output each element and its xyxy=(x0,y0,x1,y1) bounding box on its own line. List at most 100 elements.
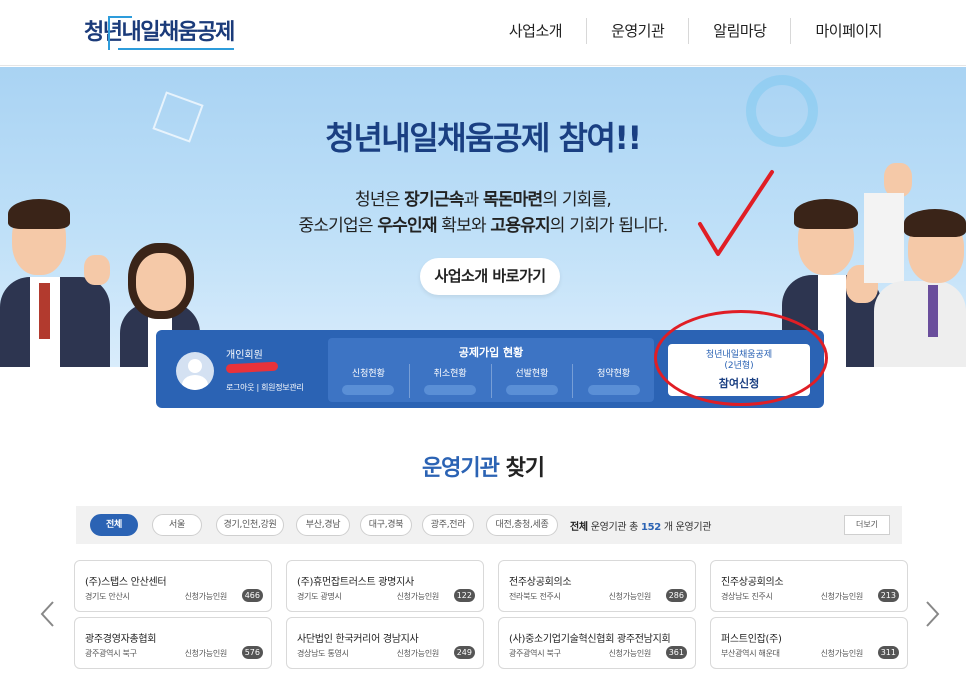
card-region: 광주광역시 북구 xyxy=(509,649,561,658)
sub2-emphasis-b: 고용유지 xyxy=(490,216,550,236)
member-links[interactable]: 로그아웃 | 회원정보관리 xyxy=(226,382,304,393)
join-col-label: 신청현황 xyxy=(351,369,385,379)
sub2-text-c: 의 기회가 됩니다. xyxy=(549,216,669,236)
card-region: 경상남도 진주시 xyxy=(721,592,773,601)
filter-chip-gyeonggi[interactable]: 경기,인천,강원 xyxy=(216,514,284,536)
card-count-badge: 286 xyxy=(665,589,687,602)
card-name: (주)휴먼잡트러스트 광명지사 xyxy=(297,577,414,588)
join-col-label: 취소현황 xyxy=(433,369,467,379)
site-logo[interactable]: 청년내일채움공제 xyxy=(84,14,235,52)
join-col-value-bar xyxy=(587,385,640,395)
institution-card[interactable]: 사단법인 한국커리어 경남지사 경상남도 통영시 신청가능인원 249 xyxy=(286,617,484,669)
institution-card[interactable]: (주)휴먼잡트러스트 광명지사 경기도 광명시 신청가능인원 122 xyxy=(286,560,484,612)
sub2-text-b: 확보와 xyxy=(436,216,491,236)
nav-item-business-intro[interactable]: 사업소개 xyxy=(485,18,586,44)
institution-card[interactable]: 퍼스트인잡(주) 부산광역시 해운대 신청가능인원 311 xyxy=(710,617,908,669)
card-count-label: 신청가능인원 xyxy=(820,592,864,601)
check-mark-annotation xyxy=(698,170,774,256)
card-region: 경기도 안산시 xyxy=(85,592,130,601)
hero-subtitle: 청년은 장기근속과 목돈마련의 기회를, 중소기업은 우수인재 확보와 고용유지… xyxy=(0,187,966,239)
next-arrow-icon[interactable] xyxy=(922,600,942,628)
card-region: 전라북도 전주시 xyxy=(509,592,561,601)
filter-chip-daegu[interactable]: 대구,경북 xyxy=(360,514,412,536)
region-filter-bar: 전체 서울 경기,인천,강원 부산,경남 대구,경북 광주,전라 대전,충청,세… xyxy=(76,506,902,544)
join-col-cancelled[interactable]: 취소현황 xyxy=(408,364,491,398)
member-type: 개인회원 xyxy=(226,350,263,361)
join-col-subscribed[interactable]: 청약현황 xyxy=(572,364,654,398)
card-name: 사단법인 한국커리어 경남지사 xyxy=(297,634,419,645)
card-name: (사)중소기업기술혁신협회 광주전남지회 xyxy=(509,634,671,645)
filter-chip-seoul[interactable]: 서울 xyxy=(152,514,202,536)
nav-item-institutions[interactable]: 운영기관 xyxy=(586,18,688,44)
card-name: 전주상공회의소 xyxy=(509,577,572,588)
sub1-text-c: 의 기회를, xyxy=(542,190,611,210)
card-region: 광주광역시 북구 xyxy=(85,649,137,658)
section-title-find-institutions: 운영기관 찾기 xyxy=(0,450,966,482)
business-intro-button[interactable]: 사업소개 바로가기 xyxy=(420,258,560,295)
card-region: 부산광역시 해운대 xyxy=(721,649,780,658)
sub1-text-b: 과 xyxy=(463,190,483,210)
institution-card-grid: (주)스탭스 안산센터 경기도 안산시 신청가능인원 466 (주)휴먼잡트러스… xyxy=(74,560,908,670)
sub2-emphasis-a: 우수인재 xyxy=(377,216,437,236)
filter-chip-busan[interactable]: 부산,경남 xyxy=(296,514,350,536)
prev-arrow-icon[interactable] xyxy=(38,600,58,628)
institution-card[interactable]: (사)중소기업기술혁신협회 광주전남지회 광주광역시 북구 신청가능인원 361 xyxy=(498,617,696,669)
institution-card[interactable]: 진주상공회의소 경상남도 진주시 신청가능인원 213 xyxy=(710,560,908,612)
logo-underline xyxy=(118,48,234,50)
sub2-text-a: 중소기업은 xyxy=(298,216,378,236)
card-count-badge: 576 xyxy=(241,646,263,659)
card-count-badge: 311 xyxy=(877,646,899,659)
member-name-redacted xyxy=(225,361,279,374)
summary-prefix: 전체 xyxy=(570,522,588,533)
join-status-title: 공제가입 현황 xyxy=(458,346,524,359)
card-count-badge: 466 xyxy=(241,589,263,602)
card-count-badge: 122 xyxy=(453,589,475,602)
section-title-accent: 운영기관 xyxy=(421,456,500,481)
join-col-value-bar xyxy=(424,385,477,395)
card-name: 진주상공회의소 xyxy=(721,577,784,588)
join-col-label: 청약현황 xyxy=(597,369,631,379)
ellipse-annotation xyxy=(654,310,828,406)
hero-subtitle-line1: 청년은 장기근속과 목돈마련의 기회를, xyxy=(0,187,966,213)
hero-title: 청년내일채움공제 참여!! xyxy=(325,119,642,157)
join-col-label: 선발현황 xyxy=(515,369,549,379)
join-status-panel: 공제가입 현황 신청현황 취소현황 선발현황 청약현황 xyxy=(328,338,654,402)
summary-mid: 운영기관 총 xyxy=(587,522,641,533)
site-header: 청년내일채움공제 사업소개 운영기관 알림마당 마이페이지 xyxy=(0,0,966,66)
logo-frame xyxy=(108,16,132,50)
hero-banner: 청년내일채움공제 참여!! 청년은 장기근속과 목돈마련의 기회를, 중소기업은… xyxy=(0,67,966,367)
institution-card[interactable]: 광주경영자총협회 광주광역시 북구 신청가능인원 576 xyxy=(74,617,272,669)
section-title-rest: 찾기 xyxy=(498,456,545,481)
nav-item-mypage[interactable]: 마이페이지 xyxy=(790,18,906,44)
filter-chip-all[interactable]: 전체 xyxy=(90,514,138,536)
card-name: 광주경영자총협회 xyxy=(85,634,157,645)
card-count-label: 신청가능인원 xyxy=(184,592,228,601)
card-name: (주)스탭스 안산센터 xyxy=(85,577,167,588)
sub1-emphasis-b: 목돈마련 xyxy=(483,190,543,210)
card-count-badge: 361 xyxy=(665,646,687,659)
card-count-label: 신청가능인원 xyxy=(820,649,864,658)
card-count-label: 신청가능인원 xyxy=(184,649,228,658)
more-button[interactable]: 더보기 xyxy=(844,515,890,535)
join-col-value-bar xyxy=(505,385,558,395)
filter-chip-gwangju[interactable]: 광주,전라 xyxy=(422,514,474,536)
sub1-text-a: 청년은 xyxy=(355,190,405,210)
logo-text: 청년내일채움공제 xyxy=(84,20,235,45)
card-count-label: 신청가능인원 xyxy=(396,649,440,658)
summary-count: 152 xyxy=(640,522,661,533)
hero-subtitle-line2: 중소기업은 우수인재 확보와 고용유지의 기회가 됩니다. xyxy=(0,213,966,239)
join-col-selected[interactable]: 선발현황 xyxy=(490,364,573,398)
nav-item-notices[interactable]: 알림마당 xyxy=(688,18,790,44)
card-region: 경기도 광명시 xyxy=(297,592,342,601)
institution-card[interactable]: 전주상공회의소 전라북도 전주시 신청가능인원 286 xyxy=(498,560,696,612)
card-count-badge: 213 xyxy=(877,589,899,602)
main-nav: 사업소개 운영기관 알림마당 마이페이지 xyxy=(485,18,906,44)
summary-suffix: 개 운영기관 xyxy=(660,522,712,533)
institution-card[interactable]: (주)스탭스 안산센터 경기도 안산시 신청가능인원 466 xyxy=(74,560,272,612)
card-region: 경상남도 통영시 xyxy=(297,649,349,658)
sub1-emphasis-a: 장기근속 xyxy=(404,190,464,210)
join-col-applied[interactable]: 신청현황 xyxy=(328,364,409,398)
avatar-icon xyxy=(176,352,214,390)
filter-summary: 전체 운영기관 총 152 개 운영기관 xyxy=(570,518,712,533)
filter-chip-daejeon[interactable]: 대전,충청,세종 xyxy=(486,514,558,536)
